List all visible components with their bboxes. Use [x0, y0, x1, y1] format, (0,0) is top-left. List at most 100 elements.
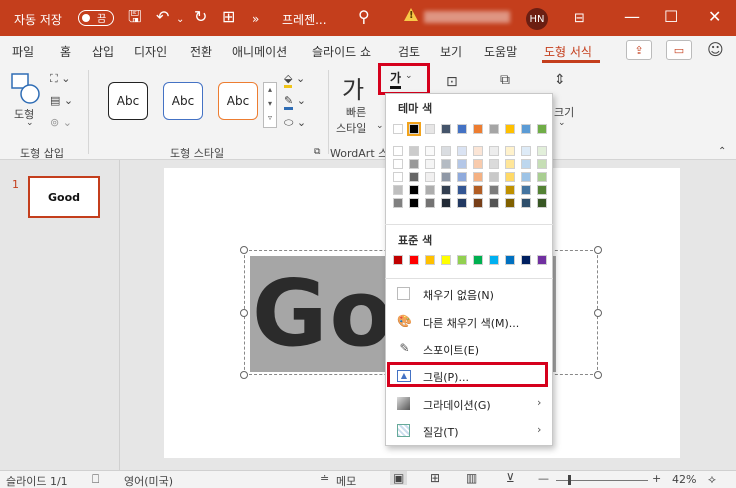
theme-tint-swatch[interactable]	[537, 146, 547, 156]
theme-color-swatch[interactable]	[425, 124, 435, 134]
theme-tint-swatch[interactable]	[505, 198, 515, 208]
theme-tint-swatch[interactable]	[473, 185, 483, 195]
tab-transitions[interactable]: 전환	[190, 43, 212, 60]
theme-tint-swatch[interactable]	[441, 172, 451, 182]
tab-review[interactable]: 검토	[398, 43, 420, 60]
zoom-slider-thumb[interactable]	[568, 475, 571, 485]
standard-color-swatch[interactable]	[505, 255, 515, 265]
theme-tint-swatch[interactable]	[521, 185, 531, 195]
theme-tint-swatch[interactable]	[473, 198, 483, 208]
theme-tint-swatch[interactable]	[521, 146, 531, 156]
notes-button[interactable]: 메모	[336, 473, 356, 488]
tab-shape-format[interactable]: 도형 서식	[544, 43, 592, 60]
theme-tint-swatch[interactable]	[393, 159, 403, 169]
comments-icon[interactable]: ▭	[666, 40, 692, 60]
shape-insert-icon[interactable]	[10, 72, 46, 106]
undo-dropdown-icon[interactable]: ⌄	[176, 11, 184, 29]
shape-dropdown-icon[interactable]: ⌄	[26, 118, 34, 128]
redo-icon[interactable]: ↻	[194, 8, 207, 26]
zoom-in-icon[interactable]: +	[652, 472, 661, 485]
theme-color-swatch[interactable]	[457, 124, 467, 134]
zoom-level[interactable]: 42%	[672, 473, 696, 486]
quick-style-icon[interactable]: 가	[342, 70, 364, 105]
style-sample-1[interactable]: Abc	[108, 82, 148, 120]
theme-tint-swatch[interactable]	[457, 172, 467, 182]
resize-handle[interactable]	[240, 371, 248, 379]
standard-color-swatch[interactable]	[457, 255, 467, 265]
theme-tint-swatch[interactable]	[473, 172, 483, 182]
theme-tint-swatch[interactable]	[409, 185, 419, 195]
standard-color-swatch[interactable]	[393, 255, 403, 265]
theme-tint-swatch[interactable]	[441, 159, 451, 169]
theme-tint-swatch[interactable]	[505, 146, 515, 156]
text-box-icon[interactable]: ▤ ⌄	[50, 94, 73, 107]
arrange-icon[interactable]: ⧉	[500, 72, 510, 88]
fit-to-window-icon[interactable]: ⟡	[708, 472, 716, 487]
tab-animations[interactable]: 애니메이션	[232, 43, 287, 60]
autosave-toggle[interactable]: 끔	[78, 10, 114, 26]
quick-label[interactable]: 빠른	[346, 104, 366, 120]
theme-tint-swatch[interactable]	[489, 198, 499, 208]
theme-tint-swatch[interactable]	[473, 146, 483, 156]
theme-tint-swatch[interactable]	[441, 198, 451, 208]
reading-view-icon[interactable]: ▥	[466, 471, 477, 485]
theme-color-swatch[interactable]	[441, 124, 451, 134]
theme-tint-swatch[interactable]	[473, 159, 483, 169]
dialog-launcher-icon[interactable]: ⧉	[314, 147, 320, 157]
standard-color-swatch[interactable]	[441, 255, 451, 265]
accessibility-icon[interactable]: ⎕	[92, 472, 99, 487]
zoom-out-icon[interactable]: —	[538, 472, 549, 485]
language-indicator[interactable]: 영어(미국)	[124, 473, 173, 488]
theme-tint-swatch[interactable]	[393, 185, 403, 195]
style-sample-3[interactable]: Abc	[218, 82, 258, 120]
tab-home[interactable]: 홈	[60, 43, 71, 60]
theme-tint-swatch[interactable]	[409, 146, 419, 156]
size-dropdown-icon[interactable]: ⌄	[558, 118, 566, 128]
theme-tint-swatch[interactable]	[537, 198, 547, 208]
theme-tint-swatch[interactable]	[393, 198, 403, 208]
standard-color-swatch[interactable]	[473, 255, 483, 265]
theme-tint-swatch[interactable]	[457, 146, 467, 156]
resize-handle[interactable]	[594, 371, 602, 379]
theme-tint-swatch[interactable]	[505, 159, 515, 169]
resize-handle[interactable]	[240, 246, 248, 254]
theme-tint-swatch[interactable]	[537, 185, 547, 195]
close-icon[interactable]: ✕	[708, 8, 721, 26]
minimize-icon[interactable]: —	[624, 8, 640, 26]
theme-color-swatch[interactable]	[505, 124, 515, 134]
theme-tint-swatch[interactable]	[441, 146, 451, 156]
size-icon[interactable]: ⇕	[554, 72, 566, 88]
standard-color-swatch[interactable]	[425, 255, 435, 265]
theme-tint-swatch[interactable]	[489, 185, 499, 195]
theme-tint-swatch[interactable]	[457, 198, 467, 208]
present-icon[interactable]: ⊞	[222, 8, 235, 26]
theme-tint-swatch[interactable]	[425, 146, 435, 156]
quick-style-dropdown-icon[interactable]: ⌄	[376, 121, 384, 131]
normal-view-icon[interactable]: ▣	[390, 471, 408, 485]
tab-slideshow[interactable]: 슬라이드 쇼	[312, 43, 371, 60]
menu-item-texture[interactable]: 질감(T) ›	[387, 419, 551, 443]
share-icon[interactable]: ⇪	[626, 40, 652, 60]
theme-tint-swatch[interactable]	[521, 172, 531, 182]
alt-text-icon[interactable]: ⊡	[446, 74, 458, 90]
collapse-ribbon-icon[interactable]: ⌃	[718, 146, 726, 157]
undo-icon[interactable]: ↶	[156, 8, 169, 26]
tab-insert[interactable]: 삽입	[92, 43, 114, 60]
search-icon[interactable]: ⚲	[358, 8, 370, 26]
menu-item-no-fill[interactable]: 채우기 없음(N)	[387, 282, 551, 306]
theme-tint-swatch[interactable]	[457, 185, 467, 195]
theme-tint-swatch[interactable]	[425, 198, 435, 208]
standard-color-swatch[interactable]	[521, 255, 531, 265]
shape-outline-icon[interactable]: ✎ ⌄	[284, 94, 306, 110]
theme-tint-swatch[interactable]	[489, 172, 499, 182]
maximize-icon[interactable]: ☐	[664, 8, 678, 26]
slide-sorter-icon[interactable]: ⊞	[430, 471, 440, 485]
style-label[interactable]: 스타일	[336, 120, 366, 136]
theme-tint-swatch[interactable]	[457, 159, 467, 169]
theme-color-swatch[interactable]	[521, 124, 531, 134]
merge-shapes-icon[interactable]: ⊚ ⌄	[50, 116, 72, 129]
menu-item-gradient[interactable]: 그라데이션(G) ›	[387, 392, 551, 416]
theme-tint-swatch[interactable]	[425, 185, 435, 195]
theme-tint-swatch[interactable]	[409, 159, 419, 169]
tab-file[interactable]: 파일	[12, 43, 34, 60]
